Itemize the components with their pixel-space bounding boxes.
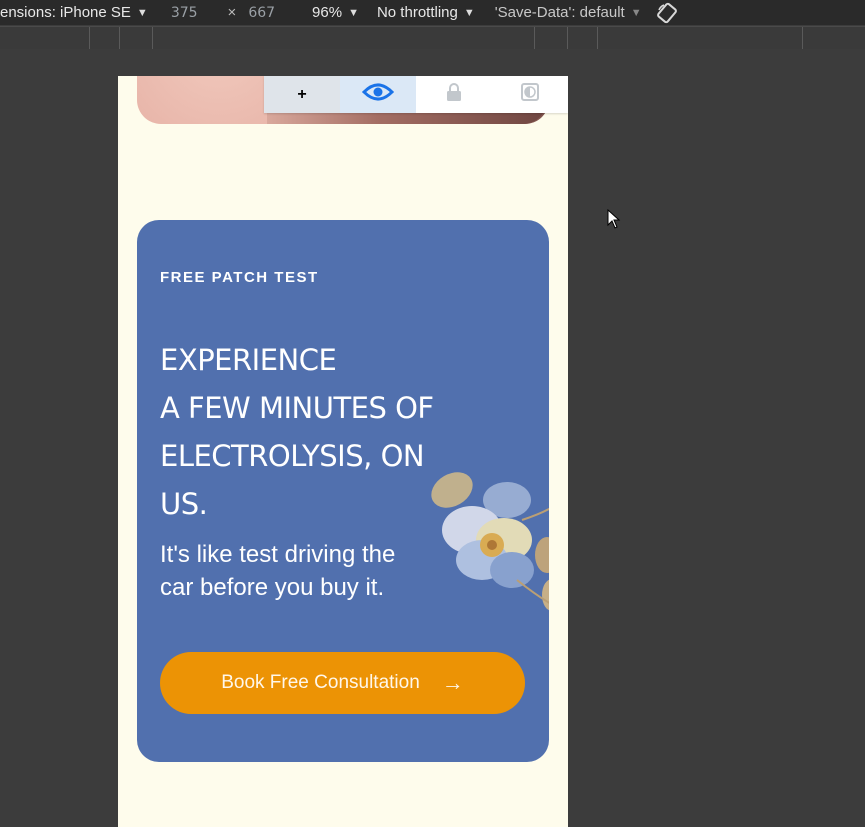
lock-icon: [446, 83, 462, 106]
chevron-down-icon: ▼: [136, 6, 148, 19]
accessibility-toolbar: +: [264, 76, 568, 113]
device-select[interactable]: ensions: iPhone SE ▼: [0, 4, 148, 21]
zoom-select[interactable]: 96% ▼: [312, 4, 359, 21]
headline-line: EXPERIENCE: [160, 343, 337, 377]
subtext: It's like test driving the car before yo…: [160, 541, 396, 601]
save-data-select[interactable]: 'Save-Data': default ▼: [495, 4, 642, 21]
arrow-right-icon: →: [441, 670, 464, 695]
contrast-button[interactable]: [492, 76, 568, 113]
throttling-select[interactable]: No throttling ▼: [377, 4, 475, 21]
width-input[interactable]: 375: [171, 5, 198, 21]
contrast-icon: [521, 83, 539, 106]
cta-label: Book Free Consultation: [221, 672, 420, 693]
flower-illustration: [412, 460, 549, 630]
media-query-ruler: [0, 26, 865, 50]
chevron-down-icon: ▼: [348, 6, 359, 19]
emulated-viewport: + FREE PATCH TEST EXPERIENCE A FEW MINUT…: [118, 76, 568, 827]
throttling-label: No throttling: [376, 4, 458, 21]
save-data-label: 'Save-Data': default: [494, 4, 625, 21]
headline-line: A FEW MINUTES OF: [160, 391, 434, 425]
zoom-in-button[interactable]: +: [264, 76, 340, 113]
chevron-down-icon: ▼: [463, 6, 475, 19]
eyebrow-label: FREE PATCH TEST: [160, 269, 319, 286]
rotate-icon[interactable]: [656, 2, 678, 24]
chevron-down-icon: ▼: [630, 6, 642, 19]
promo-card: FREE PATCH TEST EXPERIENCE A FEW MINUTES…: [137, 220, 549, 762]
visibility-button[interactable]: [340, 76, 416, 113]
devtools-device-toolbar: ensions: iPhone SE ▼ 375 × 667 96% ▼ No …: [0, 0, 865, 25]
eye-icon: [361, 82, 395, 107]
book-consultation-button[interactable]: Book Free Consultation →: [160, 652, 525, 714]
dimension-separator: ×: [227, 4, 237, 21]
zoom-label: 96%: [312, 4, 343, 21]
plus-icon: +: [297, 85, 307, 103]
lock-button[interactable]: [416, 76, 492, 113]
device-label: ensions: iPhone SE: [0, 4, 131, 21]
cursor-icon: [607, 208, 621, 234]
height-input[interactable]: 667: [248, 5, 275, 21]
